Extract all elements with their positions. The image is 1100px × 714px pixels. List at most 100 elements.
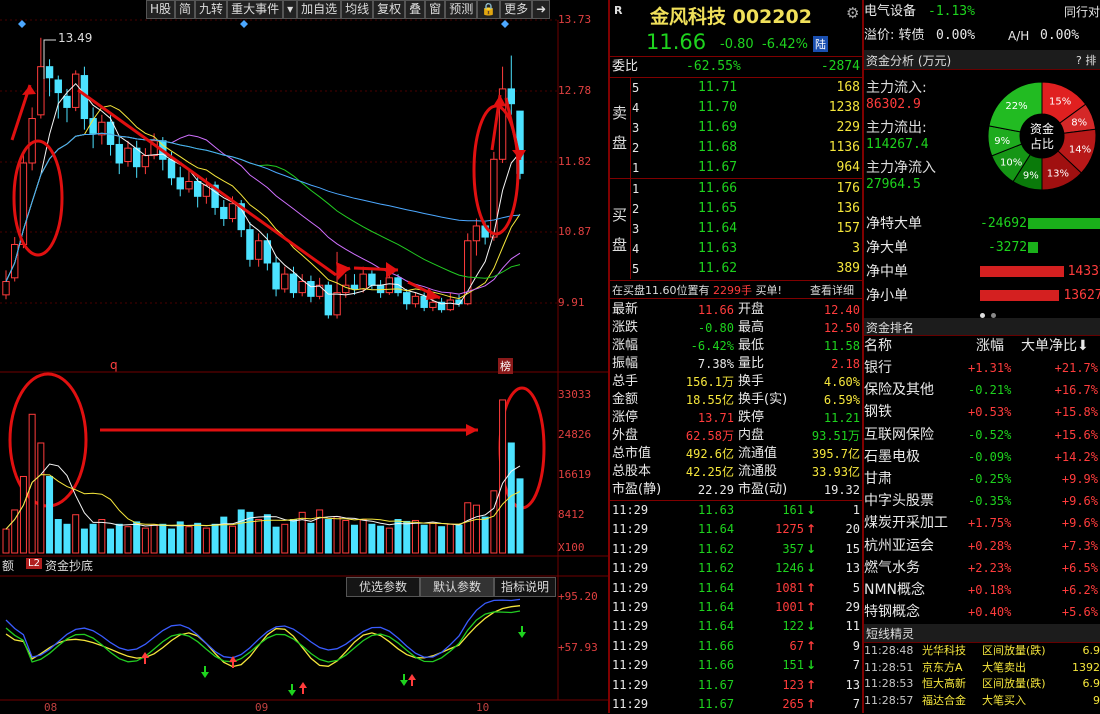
- rank-row[interactable]: 中字头股票-0.35%+9.6%: [864, 490, 1100, 512]
- sprite-row[interactable]: 11:28:53恒大高新区间放量(跌)6.9: [864, 676, 1100, 692]
- tick-volume: 67: [790, 637, 804, 656]
- indicator-help-button[interactable]: 指标说明: [494, 577, 556, 597]
- gear-icon[interactable]: ⚙: [846, 4, 859, 22]
- quote-detail-grid: 最新11.66开盘12.40涨跌-0.80最高12.50涨幅-6.42%最低11…: [610, 301, 862, 499]
- rank-row[interactable]: 燃气水务+2.23%+6.5%: [864, 557, 1100, 579]
- price-tick: 12.78: [558, 84, 591, 97]
- rank-row[interactable]: 煤炭开采加工+1.75%+9.6%: [864, 512, 1100, 534]
- high-price-label: 13.49: [58, 31, 92, 45]
- toolbar-button[interactable]: 叠: [405, 0, 425, 19]
- order-note-pre: 在买盘11.60位置有: [612, 284, 710, 297]
- toolbar-button[interactable]: 九转: [195, 0, 227, 19]
- sprite-row[interactable]: 11:28:48光华科技区间放量(跌)6.9: [864, 643, 1100, 659]
- toolbar-button[interactable]: H股: [146, 0, 175, 19]
- rank-row[interactable]: 石墨电极-0.09%+14.2%: [864, 446, 1100, 468]
- quote-value: 6.59%: [824, 391, 860, 409]
- peer-compare-link[interactable]: 同行对: [1064, 2, 1100, 22]
- annotation-arrowhead: [466, 424, 478, 436]
- level-price: 11.66: [698, 179, 737, 199]
- toolbar-button[interactable]: 均线: [341, 0, 373, 19]
- rank-col-bigorder[interactable]: 大单净比⬇: [1021, 336, 1089, 356]
- quote-label: 流通值: [738, 445, 777, 463]
- volume-bar: [47, 476, 53, 553]
- order-book-row[interactable]: 511.62389: [610, 259, 862, 279]
- quote-label: 换手(实): [738, 391, 787, 409]
- toolbar-button[interactable]: ➜: [532, 0, 550, 19]
- sprite-list[interactable]: 11:28:48光华科技区间放量(跌)6.911:28:51京东方A大笔卖出13…: [864, 643, 1100, 713]
- level-price: 11.63: [698, 239, 737, 259]
- tick-time: 11:29: [612, 637, 648, 656]
- order-book-row[interactable]: 411.701238: [610, 98, 862, 118]
- order-book-row[interactable]: 211.681136: [610, 138, 862, 158]
- quote-value: 42.25亿: [686, 463, 734, 481]
- sprite-row[interactable]: 11:28:57福达合金大笔买入9: [864, 693, 1100, 709]
- rank-badge[interactable]: 榜: [498, 358, 513, 374]
- toolbar-button[interactable]: 复权: [373, 0, 405, 19]
- rank-row[interactable]: 杭州亚运会+0.28%+7.3%: [864, 535, 1100, 557]
- rank-row[interactable]: 互联网保险-0.52%+15.6%: [864, 424, 1100, 446]
- indicator-line: [6, 611, 520, 662]
- order-book-row[interactable]: 111.67964: [610, 158, 862, 178]
- order-book-row[interactable]: 411.633: [610, 239, 862, 259]
- fund-rank-button[interactable]: ? 排: [1076, 52, 1096, 68]
- order-book-row[interactable]: 511.71168: [610, 78, 862, 98]
- rank-row[interactable]: 钢铁+0.53%+15.8%: [864, 401, 1100, 423]
- rank-row[interactable]: 甘肃-0.25%+9.9%: [864, 468, 1100, 490]
- flow-row: 净特大单-24692: [864, 212, 1100, 236]
- event-marker-icon[interactable]: [18, 20, 26, 28]
- volume-bar: [221, 517, 227, 553]
- flow-rows: 净特大单-24692净大单-3272净中单14337净小单13627: [864, 212, 1100, 308]
- flow-value: 13627: [1063, 284, 1100, 308]
- sprite-title: 短线精灵: [866, 625, 914, 642]
- view-details-link[interactable]: 查看详细: [810, 282, 854, 298]
- sprite-value: 6.9: [1083, 643, 1100, 659]
- moving-average-line: [6, 133, 520, 281]
- tick-row: 11:2911.641275↑20: [610, 520, 862, 539]
- rank-row[interactable]: 特钢概念+0.40%+5.6%: [864, 601, 1100, 623]
- indicator-tab-bottom-fishing[interactable]: 资金抄底: [45, 557, 93, 574]
- rank-table[interactable]: 银行+1.31%+21.7%保险及其他-0.21%+16.7%钢铁+0.53%+…: [864, 357, 1100, 621]
- order-book-row[interactable]: 311.69229: [610, 118, 862, 138]
- toolbar-button[interactable]: 重大事件: [227, 0, 283, 19]
- kline-chart[interactable]: [0, 0, 608, 713]
- rank-col-change[interactable]: 涨幅: [976, 336, 1004, 356]
- candle-body: [290, 274, 296, 293]
- rank-row[interactable]: 银行+1.31%+21.7%: [864, 357, 1100, 379]
- quote-label: 涨跌: [612, 319, 638, 337]
- tick-list[interactable]: 11:2911.63161↓111:2911.641275↑2011:2911.…: [610, 501, 862, 713]
- tick-price: 11.64: [698, 617, 734, 636]
- candle-body: [255, 241, 261, 260]
- level-number: 1: [632, 158, 639, 178]
- event-marker-icon[interactable]: [501, 20, 509, 28]
- sprite-row[interactable]: 11:28:51京东方A大笔卖出1392: [864, 660, 1100, 676]
- order-note-post: 买单!: [756, 284, 782, 297]
- sprite-header: 短线精灵: [864, 624, 1100, 643]
- candle-body: [64, 96, 70, 107]
- candle-body: [46, 67, 52, 78]
- level-price: 11.64: [698, 219, 737, 239]
- toolbar-button[interactable]: 预测: [445, 0, 477, 19]
- default-params-button[interactable]: 默认参数: [420, 577, 494, 597]
- order-book-row[interactable]: 211.65136: [610, 199, 862, 219]
- order-book-row[interactable]: 111.66176: [610, 179, 862, 199]
- toolbar-button[interactable]: 窗: [425, 0, 445, 19]
- toolbar-button[interactable]: 🔒: [477, 0, 500, 19]
- rank-row[interactable]: 保险及其他-0.21%+16.7%: [864, 379, 1100, 401]
- rank-big-order-ratio: +21.7%: [1055, 357, 1098, 379]
- indicator-tab-amount[interactable]: 额: [2, 557, 14, 574]
- sector-row[interactable]: 电气设备 -1.13% 同行对: [864, 2, 1100, 22]
- price-tick: 9.91: [558, 296, 585, 309]
- rank-col-name[interactable]: 名称: [864, 336, 892, 356]
- event-marker-icon[interactable]: [240, 20, 248, 28]
- donut-center-label: 资金占比: [1028, 122, 1056, 152]
- order-book-row[interactable]: 311.64157: [610, 219, 862, 239]
- kline-chart-area[interactable]: H股简九转重大事件▾加自选均线复权叠窗预测🔒更多➜ 13.73 12.78 11…: [0, 0, 608, 713]
- toolbar-button[interactable]: ▾: [283, 0, 297, 19]
- toolbar-button[interactable]: 简: [175, 0, 195, 19]
- quote-label: 市盈(静): [612, 481, 661, 499]
- toolbar-button[interactable]: 更多: [500, 0, 532, 19]
- rank-row[interactable]: NMN概念+0.18%+6.2%: [864, 579, 1100, 601]
- toolbar-button[interactable]: 加自选: [297, 0, 341, 19]
- volume-bar: [20, 476, 26, 553]
- optimized-params-button[interactable]: 优选参数: [346, 577, 420, 597]
